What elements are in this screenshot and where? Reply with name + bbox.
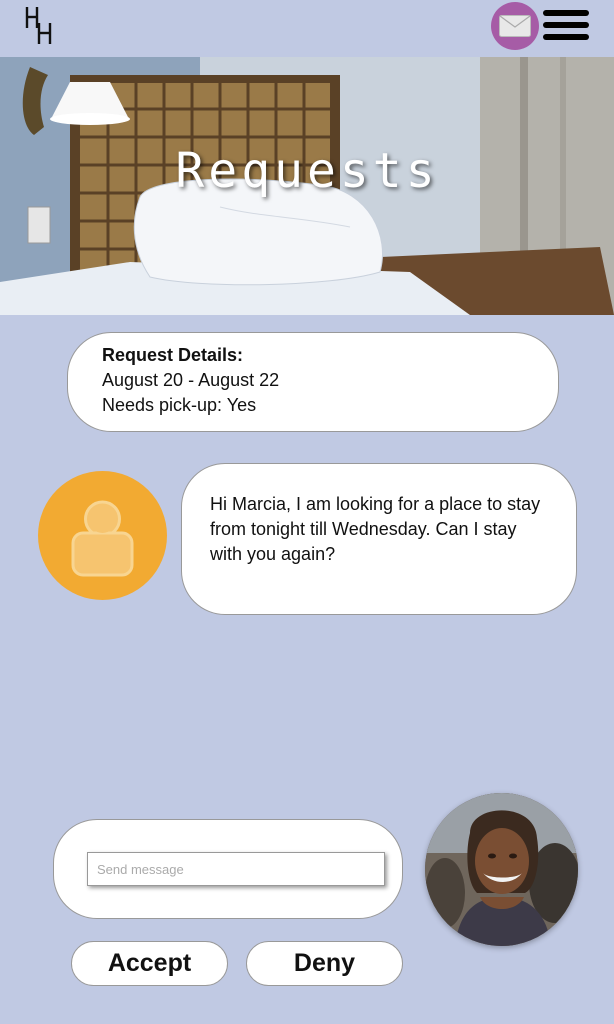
request-details-card: Request Details: August 20 - August 22 N… [67, 332, 559, 432]
guest-avatar[interactable] [38, 471, 167, 600]
messages-button[interactable] [491, 2, 539, 50]
deny-button[interactable]: Deny [246, 941, 403, 986]
host-avatar[interactable] [425, 793, 578, 946]
page-title: Requests [175, 143, 439, 199]
top-bar [0, 0, 614, 58]
pickup-status: Needs pick-up: Yes [102, 395, 257, 415]
hh-logo-icon[interactable] [24, 6, 56, 46]
send-message-input[interactable] [87, 852, 385, 886]
guest-message-bubble: Hi Marcia, I am looking for a place to s… [181, 463, 577, 615]
request-details-heading: Request Details: [102, 345, 244, 365]
host-photo [425, 793, 578, 946]
hamburger-menu-icon[interactable] [543, 10, 589, 44]
compose-box [53, 819, 403, 919]
envelope-icon [499, 15, 531, 37]
user-placeholder-icon [71, 500, 134, 577]
accept-button[interactable]: Accept [71, 941, 228, 986]
request-dates: August 20 - August 22 [102, 370, 280, 390]
hero-banner: Requests [0, 57, 614, 315]
